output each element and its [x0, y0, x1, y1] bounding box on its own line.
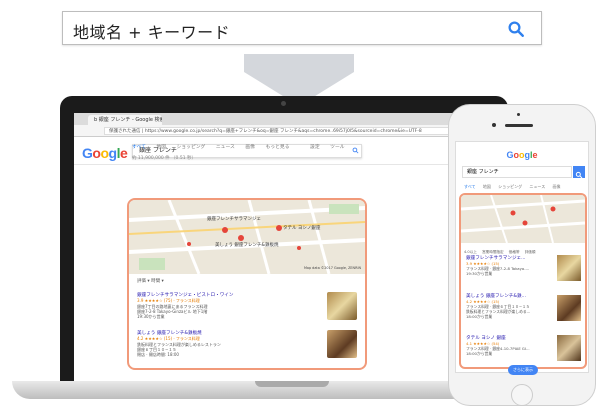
tab-news[interactable]: ニュース [529, 184, 545, 189]
list-item[interactable]: 銀座フレンチサラマンジェ・ビストロ・ワイン 3.9 ★★★★☆ (75) · フ… [137, 292, 307, 319]
tab-images[interactable]: 画像 [245, 145, 255, 150]
laptop-camera [281, 101, 286, 106]
list-item[interactable]: 美しょう 銀座フレンチ&鉄... 4.2 ★★★★☆ (15) フランス料理 ·… [466, 293, 556, 319]
result-filters[interactable]: 評価 ▾ 時間 ▾ [137, 278, 164, 284]
tab-settings[interactable]: 設定 [310, 145, 320, 150]
list-item[interactable]: 銀座フレンチサラマンジェ... 3.9 ★★★★☆ (15) フランス料理 · … [466, 255, 556, 276]
address-bar[interactable]: 保護された通信 | https://www.google.co.jp/searc… [104, 127, 454, 135]
search-button[interactable] [573, 166, 585, 179]
search-icon [575, 171, 583, 179]
tab-shopping[interactable]: ショッピング [177, 145, 206, 150]
result-hours: 19:30から営業 [466, 271, 493, 276]
map-label: 銀座フレンチサラマンジェ [207, 217, 261, 222]
laptop-screen: b 銀座 フレンチ - Google 検索 保護された通信 | https://… [74, 113, 492, 381]
tab-maps[interactable]: 地図 [483, 184, 491, 189]
result-thumbnail[interactable] [557, 335, 581, 361]
browser-toolbar: 保護された通信 | https://www.google.co.jp/searc… [74, 125, 492, 137]
google-search-input[interactable]: 銀座 フレンチ [462, 166, 572, 178]
phone-camera [517, 113, 520, 116]
google-nav: すべて 地図 ショッピング ニュース 画像 もっと見る 設定 ツール [132, 143, 354, 150]
phone-speaker [505, 124, 533, 127]
map[interactable] [461, 195, 585, 244]
browser-tab-bar: b 銀座 フレンチ - Google 検索 [74, 113, 492, 125]
map-credit: Map data ©2017 Google, ZENRIN [303, 266, 361, 270]
tab-more[interactable]: もっと見る [266, 145, 290, 150]
search-query-text: 地域名 + キーワード [73, 23, 231, 42]
more-results-button[interactable]: さらに表示 [508, 365, 538, 375]
map-label: タテル ヨシノ銀座 [283, 226, 321, 231]
tab-tools[interactable]: ツール [330, 145, 344, 150]
search-icon[interactable] [507, 20, 525, 38]
phone-screen: Google 銀座 フレンチ すべて 地図 ショッピング ニュース 画像 4.0… [455, 141, 589, 373]
browser-tab[interactable]: b 銀座 フレンチ - Google 検索 [88, 115, 162, 125]
local-pack-card: 銀座フレンチサラマンジェ 美しょう 銀座フレンチ&鉄板焼 タテル ヨシノ銀座 M… [127, 198, 367, 370]
result-count: 約 11,900,000 件 （0.51 秒） [132, 156, 197, 161]
chip[interactable]: 4.0以上 [464, 250, 477, 254]
chip[interactable]: 評価順 [525, 250, 536, 254]
map-label: 美しょう 銀座フレンチ&鉄板焼 [215, 243, 279, 248]
result-thumbnail[interactable] [327, 292, 357, 320]
list-item[interactable]: 美しょう 銀座フレンチ&鉄板焼 4.2 ★★★★☆ (15) · フランス料理 … [137, 330, 307, 357]
phone-home-button[interactable] [511, 384, 533, 406]
result-thumbnail[interactable] [557, 295, 581, 321]
tab-images[interactable]: 画像 [553, 184, 561, 189]
result-hours: 19:30から営業 [137, 314, 165, 319]
tab-maps[interactable]: 地図 [156, 145, 166, 150]
result-hours: 18:00から営業 [466, 314, 493, 319]
tab-news[interactable]: ニュース [216, 145, 235, 150]
chip[interactable]: 営業時間指定 [482, 250, 504, 254]
chip[interactable]: 価格帯 [509, 250, 520, 254]
list-item[interactable]: タテル ヨシノ 銀座 4.1 ★★★★☆ (54) フランス料理 · 銀座4-1… [466, 335, 556, 356]
local-pack-card: 4.0以上 営業時間指定 価格帯 評価順 銀座フレンチサラマンジェ... 3.9… [459, 193, 587, 369]
keyword-search-bar[interactable]: 地域名 + キーワード [62, 11, 542, 45]
phone-sensor [492, 123, 496, 127]
laptop-notch [255, 381, 329, 387]
tab-all[interactable]: すべて [464, 184, 476, 189]
google-logo[interactable]: Google [456, 150, 588, 160]
google-logo[interactable]: Google [82, 145, 128, 161]
result-hours: 閉店 · 開店時間: 18:00 [137, 352, 179, 357]
tab-shopping[interactable]: ショッピング [498, 184, 522, 189]
map[interactable] [129, 200, 365, 274]
result-thumbnail[interactable] [327, 330, 357, 358]
tab-all[interactable]: すべて [132, 145, 146, 150]
result-hours: 18:00から営業 [466, 351, 493, 356]
result-thumbnail[interactable] [557, 255, 581, 281]
google-nav: すべて 地図 ショッピング ニュース 画像 [464, 184, 561, 190]
